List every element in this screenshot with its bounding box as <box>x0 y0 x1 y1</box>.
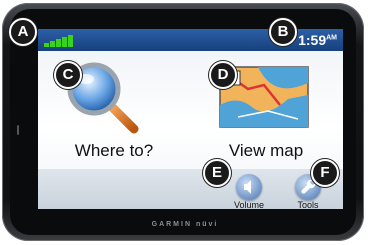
clock-time: 1:59 <box>298 32 327 48</box>
clock[interactable]: 1:59AM <box>298 32 337 48</box>
bottom-bar: Volume Tools <box>38 169 343 209</box>
where-to-label: Where to? <box>74 141 154 160</box>
view-map-label: View map <box>228 141 304 160</box>
speaker-icon <box>244 180 251 194</box>
status-bar: 1:59AM <box>38 29 343 51</box>
device-brand-label: GARMIN nüvi <box>151 221 219 228</box>
tools-label: Tools <box>297 200 319 209</box>
satellite-signal-icon[interactable] <box>44 33 78 47</box>
callout-marker-c: C <box>54 61 82 89</box>
callout-marker-d: D <box>209 61 237 89</box>
volume-label: Volume <box>233 200 265 209</box>
callout-marker-e: E <box>203 159 231 187</box>
side-indicator <box>17 125 19 135</box>
volume-button[interactable] <box>236 174 262 200</box>
callout-marker-b: B <box>269 18 297 46</box>
touch-screen: 1:59AM Where to? View map Volume Tools <box>38 29 343 209</box>
callout-marker-f: F <box>311 159 339 187</box>
clock-suffix: AM <box>326 34 337 42</box>
callout-marker-a: A <box>9 18 37 46</box>
